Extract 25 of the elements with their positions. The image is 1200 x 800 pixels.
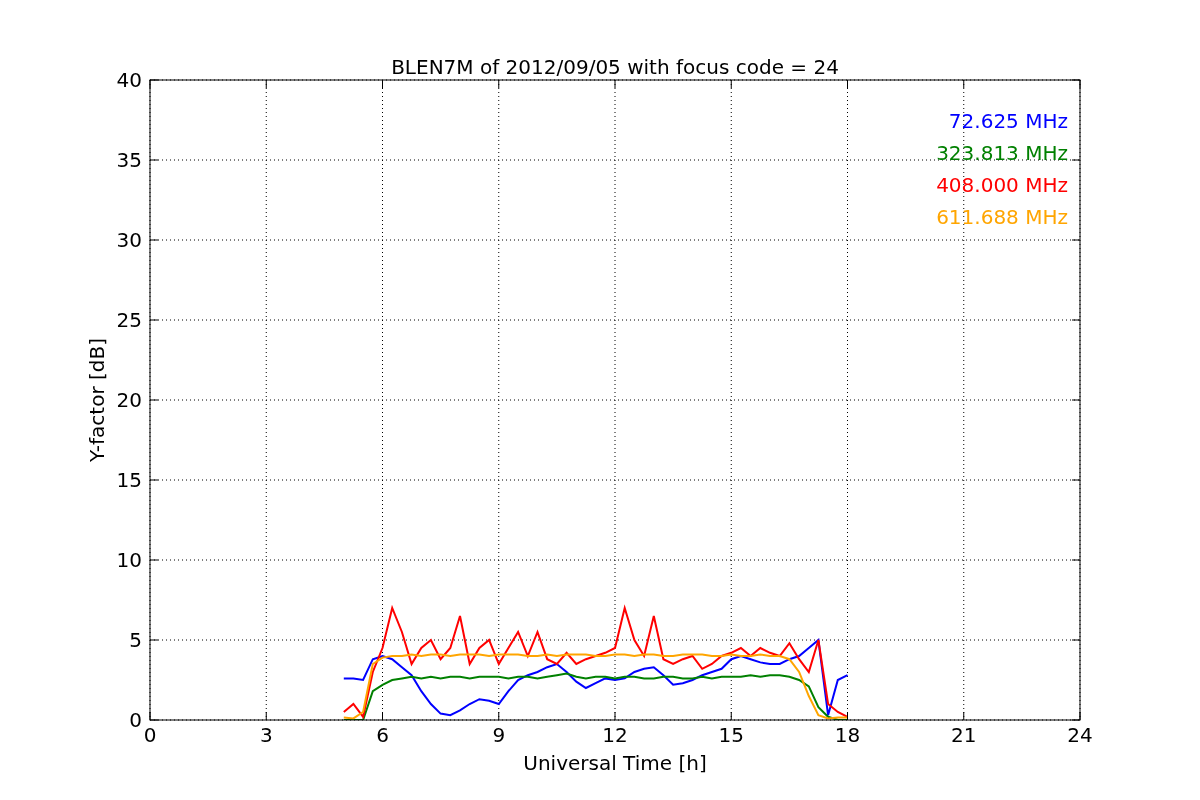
x-tick-label: 21 <box>951 723 977 747</box>
y-axis-label: Y-factor [dB] <box>85 338 109 462</box>
y-tick-label: 40 <box>116 68 142 92</box>
legend-label: 323.813 MHz <box>936 141 1068 165</box>
y-tick-label: 30 <box>116 228 142 252</box>
y-tick-label: 20 <box>116 388 142 412</box>
y-tick-label: 25 <box>116 308 142 332</box>
x-tick-label: 18 <box>834 723 861 747</box>
chart-title: BLEN7M of 2012/09/05 with focus code = 24 <box>391 55 839 79</box>
x-tick-label: 12 <box>602 723 628 747</box>
y-tick-label: 10 <box>116 548 142 572</box>
x-tick-label: 15 <box>718 723 744 747</box>
x-axis-label: Universal Time [h] <box>523 751 707 775</box>
x-tick-label: 6 <box>376 723 389 747</box>
legend-label: 72.625 MHz <box>948 109 1068 133</box>
x-tick-label: 24 <box>1067 723 1093 747</box>
x-tick-label: 0 <box>143 723 157 747</box>
x-tick-label: 9 <box>492 723 506 747</box>
legend-label: 408.000 MHz <box>936 173 1068 197</box>
y-tick-label: 15 <box>116 468 142 492</box>
y-tick-label: 0 <box>129 708 142 732</box>
y-tick-label: 5 <box>129 628 142 652</box>
legend-label: 611.688 MHz <box>936 205 1068 229</box>
y-tick-label: 35 <box>116 148 142 172</box>
x-tick-label: 3 <box>259 723 273 747</box>
